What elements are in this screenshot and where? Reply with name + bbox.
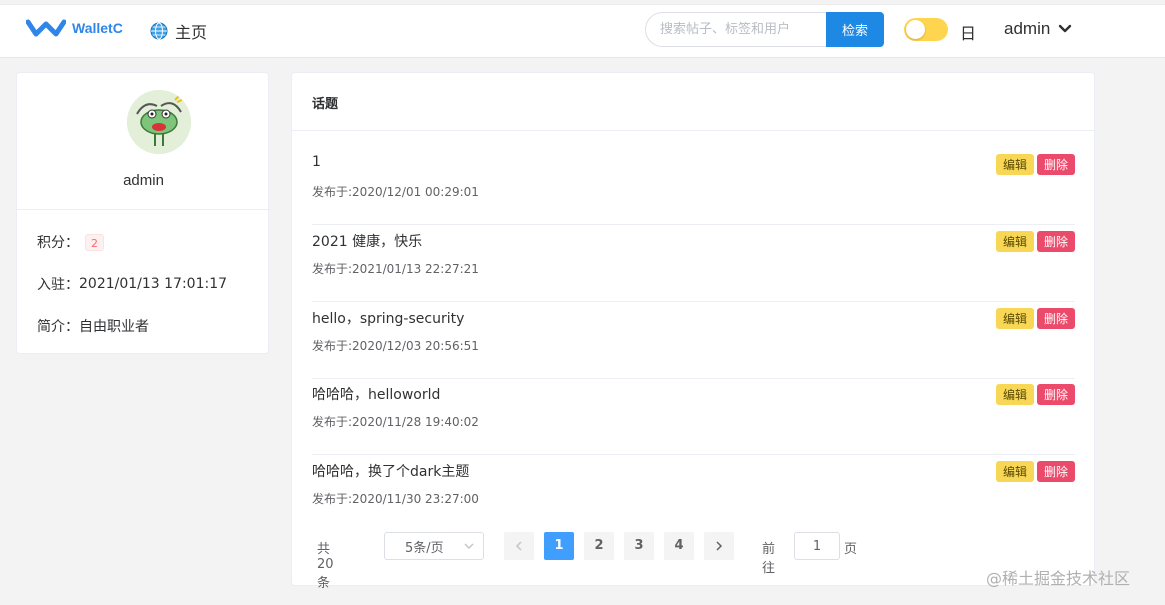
home-label: 主页: [175, 23, 208, 42]
topic-title[interactable]: 2021 健康，快乐: [312, 231, 422, 251]
goto-suffix: 页: [844, 542, 858, 557]
topics-header: 话题: [312, 97, 339, 112]
bio-label: 简介：: [37, 319, 79, 335]
logo[interactable]: WalletC: [26, 16, 123, 40]
topic-date: 发布于:2020/11/30 23:27:00: [312, 492, 479, 506]
topic-date: 发布于:2020/12/01 00:29:01: [312, 185, 479, 199]
topic-title[interactable]: hello，spring-security: [312, 308, 464, 328]
page-button-1[interactable]: 1: [544, 532, 574, 560]
delete-button[interactable]: 删除: [1036, 308, 1075, 329]
topic-item: hello，spring-security 发布于:2020/12/03 20:…: [312, 302, 1075, 379]
edit-button[interactable]: 编辑: [995, 461, 1034, 482]
chevron-down-icon: [1059, 24, 1072, 33]
topic-item: 1 发布于:2020/12/01 00:29:01 编辑 删除: [312, 148, 1075, 225]
edit-button[interactable]: 编辑: [995, 154, 1034, 175]
edit-button[interactable]: 编辑: [995, 384, 1034, 405]
page-button-4[interactable]: 4: [664, 532, 694, 560]
theme-mode-label: 日: [960, 24, 977, 43]
search-bar: 检索: [645, 12, 884, 47]
topic-actions: 编辑 删除: [995, 231, 1075, 252]
search-button[interactable]: 检索: [826, 12, 884, 47]
avatar-image: [127, 90, 191, 154]
goto-page-input[interactable]: [794, 532, 840, 560]
topic-title[interactable]: 哈哈哈，换了个dark主题: [312, 461, 469, 481]
pagination-total: 共 20 条: [317, 542, 334, 591]
goto-label: 前往: [762, 542, 776, 576]
divider: [292, 130, 1096, 131]
home-link[interactable]: 主页: [150, 19, 207, 43]
chevron-down-icon: [464, 543, 474, 549]
topic-date: 发布于:2020/11/28 19:40:02: [312, 415, 479, 429]
page-size-select[interactable]: 5条/页: [384, 532, 484, 560]
score-badge: 2: [85, 233, 104, 251]
globe-icon: [150, 22, 168, 40]
joined-label: 入驻：: [37, 277, 79, 293]
topic-date: 发布于:2021/01/13 22:27:21: [312, 262, 479, 276]
watermark: @稀土掘金技术社区: [986, 569, 1131, 588]
topic-item: 2021 健康，快乐 发布于:2021/01/13 22:27:21 编辑 删除: [312, 225, 1075, 302]
joined-row: 入驻： 2021/01/13 17:01:17: [37, 274, 227, 294]
topic-title[interactable]: 1: [312, 154, 321, 170]
search-input[interactable]: [645, 12, 826, 47]
user-menu[interactable]: admin: [1004, 19, 1072, 39]
topic-actions: 编辑 删除: [995, 308, 1075, 329]
top-navbar: WalletC 主页 检索 日 admin: [0, 4, 1165, 58]
delete-button[interactable]: 删除: [1036, 461, 1075, 482]
topic-actions: 编辑 删除: [995, 461, 1075, 482]
topic-item: 哈哈哈，helloworld 发布于:2020/11/28 19:40:02 编…: [312, 378, 1075, 455]
chevron-right-icon: [716, 541, 723, 551]
score-row: 积分： 2: [37, 232, 104, 252]
bio-row: 简介： 自由职业者: [37, 316, 149, 336]
logo-text: WalletC: [72, 20, 123, 36]
topic-actions: 编辑 删除: [995, 154, 1075, 175]
page-button-3[interactable]: 3: [624, 532, 654, 560]
theme-toggle[interactable]: [904, 18, 948, 41]
toggle-knob: [906, 20, 925, 39]
username-label: admin: [1004, 19, 1051, 38]
delete-button[interactable]: 删除: [1036, 154, 1075, 175]
divider: [17, 209, 270, 210]
prev-page-button[interactable]: [504, 532, 534, 560]
chevron-left-icon: [515, 541, 522, 551]
topic-actions: 编辑 删除: [995, 384, 1075, 405]
bio-value: 自由职业者: [79, 319, 149, 335]
avatar[interactable]: [127, 90, 191, 154]
joined-value: 2021/01/13 17:01:17: [79, 276, 228, 292]
topic-item: 哈哈哈，换了个dark主题 发布于:2020/11/30 23:27:00 编辑…: [312, 455, 1075, 532]
topic-title[interactable]: 哈哈哈，helloworld: [312, 384, 440, 404]
walletc-logo-icon: [26, 19, 66, 37]
next-page-button[interactable]: [704, 532, 734, 560]
score-label: 积分：: [37, 235, 79, 251]
edit-button[interactable]: 编辑: [995, 308, 1034, 329]
profile-name: admin: [123, 172, 164, 189]
topics-card: 话题 1 发布于:2020/12/01 00:29:01 编辑 删除 2021 …: [291, 72, 1096, 591]
topic-date: 发布于:2020/12/03 20:56:51: [312, 339, 479, 353]
delete-button[interactable]: 删除: [1036, 384, 1075, 405]
delete-button[interactable]: 删除: [1036, 231, 1075, 252]
edit-button[interactable]: 编辑: [995, 231, 1034, 252]
profile-card: admin 积分： 2 入驻： 2021/01/13 17:01:17 简介： …: [16, 72, 270, 354]
page-button-2[interactable]: 2: [584, 532, 614, 560]
page-size-value: 5条/页: [405, 540, 444, 556]
